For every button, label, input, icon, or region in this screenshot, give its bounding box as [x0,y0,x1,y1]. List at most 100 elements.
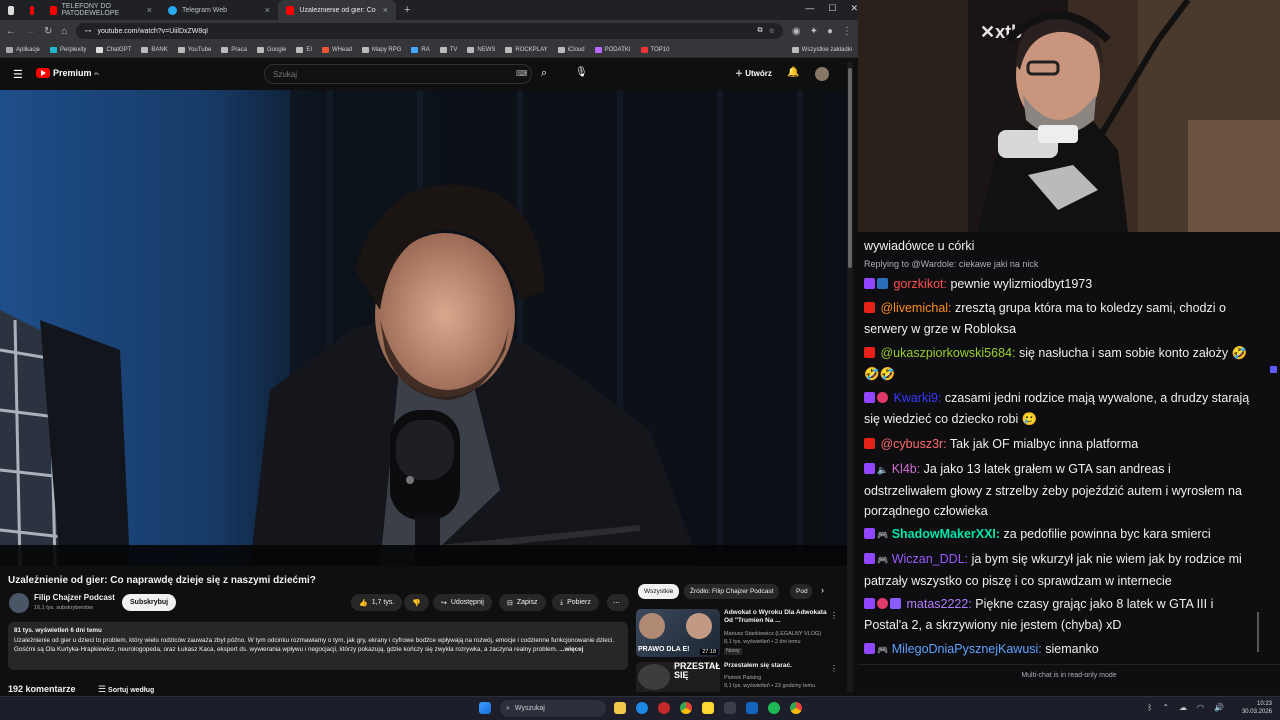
bookmark-folder[interactable]: Praca [221,46,247,53]
install-icon[interactable]: ⧉ [758,27,763,35]
tab-pinned-youtube[interactable] [22,0,42,20]
spotify-icon[interactable] [768,702,780,714]
chat-username[interactable]: @livemichal: [880,301,951,315]
back-icon[interactable]: ← [6,26,16,37]
volume-icon[interactable]: 🔊 [1214,703,1224,712]
avatar[interactable] [815,67,829,81]
recommendation-item[interactable]: PRZESTAŁEM SIĘ Przestałem się starać. Pi… [636,662,846,692]
sort-comments-button[interactable]: ☰ Sortuj według [98,684,154,695]
reload-icon[interactable]: ↻ [44,26,52,37]
chevron-right-icon[interactable]: › [821,585,824,595]
home-icon[interactable]: ⌂ [61,26,67,37]
share-button[interactable]: ↪ Udostępnij [433,594,492,611]
video-player[interactable] [0,90,847,566]
bookmark-folder[interactable]: YouTube [177,46,211,53]
bookmark-item[interactable]: Aplikacje [6,46,40,53]
search-input[interactable]: Szukaj [264,64,532,84]
download-button[interactable]: ⤓ Pobierz [552,594,599,611]
close-tab-icon[interactable]: × [383,5,388,15]
bookmark-folder[interactable]: TV [439,46,457,53]
video-description[interactable]: 81 tys. wyświetleń 6 dni temu Uzależnien… [8,622,628,670]
bookmark-folder[interactable]: ROCKPLAY [505,46,548,53]
dislike-button[interactable]: 👎 [404,594,429,611]
bookmark-item[interactable]: ChatGPT [96,46,131,53]
bluetooth-icon[interactable]: ᛒ [1148,703,1153,712]
extension-icon[interactable]: ◉ [792,26,801,37]
chat-username[interactable]: gorzkikot: [893,277,947,291]
page-scrollbar[interactable] [847,62,853,692]
chrome-icon[interactable] [680,702,692,714]
bookmark-item[interactable]: RA [411,46,430,53]
taskbar-clock[interactable]: 10:23 30.03.2026 [1242,700,1272,716]
bookmark-item[interactable]: WHead [322,46,352,53]
taskbar-search[interactable]: ⌕ Wyszukaj [500,700,606,717]
bookmark-folder[interactable]: iCloud [557,46,585,53]
forward-icon[interactable]: → [25,26,35,37]
close-tab-icon[interactable]: × [147,5,152,15]
bookmark-folder[interactable]: BANK [141,46,168,53]
tab-telefony[interactable]: TELEFONY DO PATODEWELOPE × [42,0,160,20]
create-button[interactable]: ＋ Utwórz [735,68,772,79]
tab-telegram[interactable]: Telegram Web × [160,0,278,20]
save-button[interactable]: ⊟ Zapisz [499,594,546,611]
address-bar[interactable]: ⊶ youtube.com/watch?v=UiilDxZW8qI ⧉ ☆ [76,23,783,39]
close-tab-icon[interactable]: × [265,5,270,15]
chat-username[interactable]: ShadowMakerXXI: [892,527,1000,541]
minimize-icon[interactable]: — [805,3,814,14]
notes-icon[interactable] [702,702,714,714]
profile-icon[interactable]: ● [827,26,833,37]
menu-kebab-icon[interactable]: ⋮ [842,26,852,37]
chat-username[interactable]: Kwarki9: [893,391,941,405]
search-icon[interactable]: ⌕ [541,67,547,80]
steam-icon[interactable] [746,702,758,714]
chat-username[interactable]: Kl4b: [892,462,921,476]
tab-active-video[interactable]: Uzależnienie od gier: Co naprawdę × [278,0,396,20]
scrollbar-thumb[interactable] [848,68,852,268]
more-icon[interactable]: ⋮ [830,611,838,620]
maximize-icon[interactable]: ☐ [828,3,836,14]
bookmark-folder[interactable]: Mapy RPG [362,46,401,53]
channel-name[interactable]: Filip Chajzer Podcast [34,593,115,602]
bookmark-folder[interactable]: EI [296,46,312,53]
chip-partial[interactable]: Pod [790,584,812,599]
show-more-link[interactable]: ...więcej [559,646,583,653]
bookmark-item[interactable]: PODATKI [594,46,631,53]
hamburger-menu-icon[interactable]: ☰ [13,68,23,81]
chrome-icon[interactable] [790,702,802,714]
chat-username[interactable]: matas2222: [906,597,971,611]
subscribe-button[interactable]: Subskrybuj [122,594,177,611]
youtube-logo[interactable]: Premium PL [36,68,100,78]
wifi-icon[interactable]: ◠ [1197,703,1204,712]
tab-pinned[interactable] [0,0,22,20]
bookmark-item[interactable]: TOP10 [640,46,669,53]
chip-source[interactable]: Źródło: Filip Chajzer Podcast [684,584,780,599]
new-tab-button[interactable]: + [396,0,418,20]
puzzle-icon[interactable]: ✦ [810,26,818,37]
windows-start-icon[interactable] [479,702,491,714]
chat-username[interactable]: Wiczan_DDL: [892,552,968,566]
bookmark-folder[interactable]: Google [256,46,286,53]
download-manager-icon[interactable] [724,702,736,714]
star-icon[interactable]: ☆ [769,27,775,35]
close-window-icon[interactable]: ✕ [850,3,858,14]
bookmark-item[interactable]: Perplexity [50,46,86,53]
site-info-icon[interactable]: ⊶ [84,27,91,35]
recommendation-item[interactable]: PRAWO DLA E! 27:18 Adwokat o Wyroku Dla … [636,609,846,659]
channel-avatar[interactable] [9,593,29,613]
chat-username[interactable]: MilegoDniaPysznejKawusi: [892,642,1042,656]
more-actions-button[interactable]: ⋯ [607,594,629,611]
chevron-up-icon[interactable]: ⌃ [1162,703,1169,712]
chat-username[interactable]: @cybusz3r: [880,437,946,451]
chat-scrollbar[interactable] [1257,612,1259,652]
more-icon[interactable]: ⋮ [830,664,838,673]
chip-all[interactable]: Wszystkie [638,584,680,599]
keyboard-icon[interactable]: ⌨ [516,69,528,78]
edge-icon[interactable] [636,702,648,714]
microphone-icon[interactable]: 🎙 [575,67,588,78]
file-explorer-icon[interactable] [614,702,626,714]
chat-username[interactable]: @ukaszpiorkowski5684: [880,346,1015,360]
like-button[interactable]: 👍 1,7 tys. [351,594,403,611]
cloud-icon[interactable]: ☁ [1179,703,1187,712]
bell-icon[interactable]: 🔔 [787,67,799,78]
bookmark-folder[interactable]: NEWS [467,46,495,53]
